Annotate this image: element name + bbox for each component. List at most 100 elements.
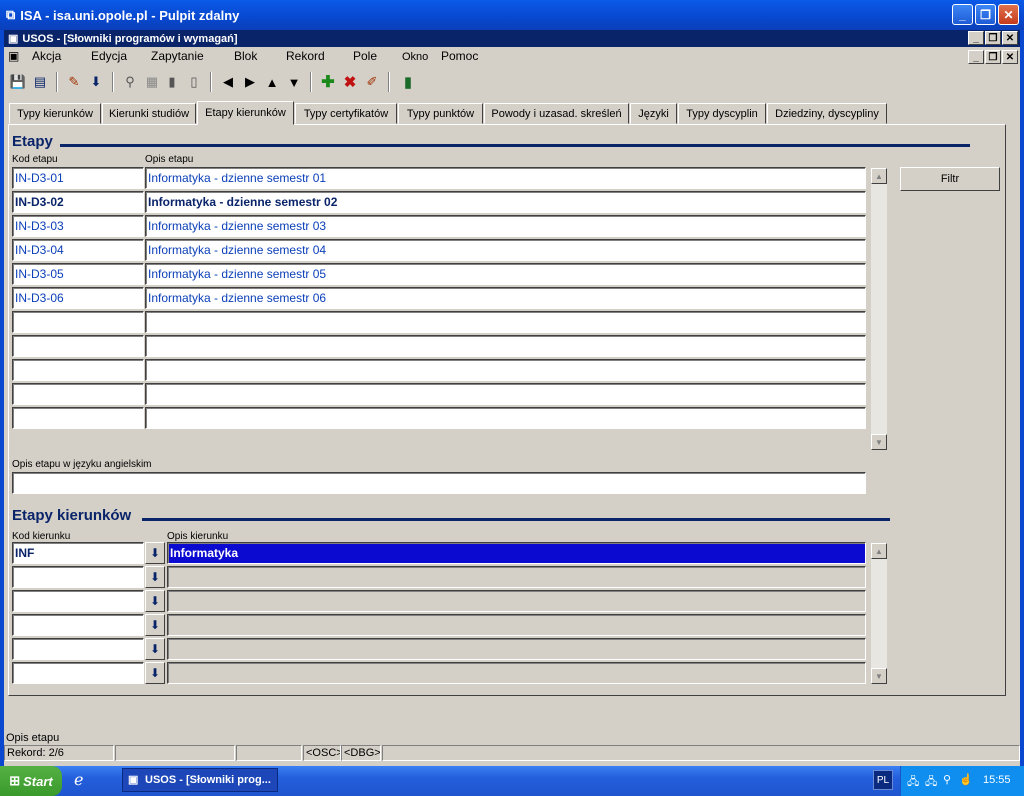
etap-opis-field[interactable]: [145, 335, 866, 357]
scroll-up-arrow-icon[interactable]: ▲: [871, 543, 887, 559]
tab-typy-kierunkow[interactable]: Typy kierunków: [9, 103, 101, 124]
english-description-field[interactable]: [12, 472, 866, 494]
list-of-values-icon[interactable]: ⬇: [145, 590, 165, 612]
query-enter-icon[interactable]: ⚲: [120, 71, 140, 93]
kierunek-opis-field[interactable]: Informatyka: [167, 542, 866, 564]
inner-restore-button[interactable]: ❐: [985, 31, 1001, 45]
filter-button[interactable]: Filtr: [900, 167, 1000, 191]
list-of-values-icon[interactable]: ⬇: [145, 566, 165, 588]
etap-opis-field[interactable]: Informatyka - dzienne semestr 01: [145, 167, 866, 189]
kierunek-kod-field[interactable]: [12, 662, 144, 684]
kierunek-kod-field[interactable]: [12, 638, 144, 660]
scroll-down-arrow-icon[interactable]: ▼: [871, 434, 887, 450]
kierunek-opis-field[interactable]: [167, 614, 866, 636]
kierunek-kod-field[interactable]: [12, 614, 144, 636]
network-icon[interactable]: 🖧: [907, 773, 919, 792]
list-of-values-icon[interactable]: ⬇: [145, 662, 165, 684]
etap-kod-field[interactable]: IN-D3-02: [12, 191, 144, 213]
kierunek-kod-field[interactable]: INF: [12, 542, 144, 564]
network-icon[interactable]: 🖧: [925, 773, 937, 792]
kierunek-opis-field[interactable]: [167, 590, 866, 612]
delete-record-icon[interactable]: ✖: [340, 71, 360, 93]
tab-typy-punktow[interactable]: Typy punktów: [398, 103, 483, 124]
etap-kod-field[interactable]: IN-D3-06: [12, 287, 144, 309]
kierunek-opis-field[interactable]: [167, 662, 866, 684]
status-field-6: [382, 745, 1020, 761]
tab-typy-dyscyplin[interactable]: Typy dyscyplin: [678, 103, 766, 124]
etap-opis-field[interactable]: [145, 383, 866, 405]
mdi-close-button[interactable]: ✕: [1002, 50, 1018, 64]
menu-okno[interactable]: Okno: [402, 51, 428, 63]
etap-kod-field[interactable]: IN-D3-04: [12, 239, 144, 261]
mdi-minimize-button[interactable]: _: [968, 50, 984, 64]
tab-etapy-kierunkow[interactable]: Etapy kierunków: [197, 101, 294, 125]
etap-opis-field[interactable]: [145, 311, 866, 333]
insert-record-icon[interactable]: ✚: [318, 71, 338, 93]
exit-icon[interactable]: ▮: [398, 71, 418, 93]
scroll-up-arrow-icon[interactable]: ▲: [871, 168, 887, 184]
taskbar-item-label: USOS - [Słowniki prog...: [145, 774, 271, 786]
list-of-values-icon[interactable]: ⬇: [145, 542, 165, 564]
etapy-scrollbar[interactable]: ▲ ▼: [870, 167, 888, 451]
search-icon[interactable]: ⚲: [943, 773, 951, 786]
tab-jezyki[interactable]: Języki: [630, 103, 677, 124]
etap-opis-field[interactable]: Informatyka - dzienne semestr 04: [145, 239, 866, 261]
menu-zapytanie[interactable]: Zapytanie: [151, 49, 204, 63]
etap-kod-field[interactable]: IN-D3-05: [12, 263, 144, 285]
language-indicator[interactable]: PL: [873, 770, 893, 790]
kierunek-kod-field[interactable]: [12, 566, 144, 588]
tab-kierunki-studiow[interactable]: Kierunki studiów: [102, 103, 196, 124]
etap-kod-field[interactable]: [12, 359, 144, 381]
scroll-down-arrow-icon[interactable]: ▼: [871, 668, 887, 684]
etap-kod-field[interactable]: IN-D3-03: [12, 215, 144, 237]
inner-minimize-button[interactable]: _: [968, 31, 984, 45]
minimize-button[interactable]: _: [952, 4, 973, 25]
etap-opis-field[interactable]: Informatyka - dzienne semestr 05: [145, 263, 866, 285]
menu-pomoc[interactable]: Pomoc: [441, 49, 478, 63]
internet-explorer-icon[interactable]: ℯ: [74, 770, 83, 790]
list-of-values-icon[interactable]: ⬇: [145, 614, 165, 636]
etap-kod-field[interactable]: IN-D3-01: [12, 167, 144, 189]
restore-button[interactable]: ❐: [975, 4, 996, 25]
kierunek-opis-field[interactable]: [167, 566, 866, 588]
menu-edycja[interactable]: Edycja: [91, 49, 127, 63]
tab-dziedziny-dyscypliny[interactable]: Dziedziny, dyscypliny: [767, 103, 887, 124]
kierunek-kod-field[interactable]: [12, 590, 144, 612]
start-button[interactable]: ⊞ Start: [0, 766, 62, 796]
etap-kod-field[interactable]: [12, 335, 144, 357]
hand-icon[interactable]: ☝: [959, 773, 973, 786]
etap-kod-field[interactable]: [12, 311, 144, 333]
clear-record-icon[interactable]: ✐: [362, 71, 382, 93]
etap-opis-field[interactable]: Informatyka - dzienne semestr 03: [145, 215, 866, 237]
print-icon[interactable]: ▤: [30, 71, 50, 93]
bars-icon[interactable]: ▯: [184, 71, 204, 93]
next-record-icon[interactable]: ▼: [284, 71, 304, 93]
menu-akcja[interactable]: Akcja: [32, 49, 61, 63]
etap-kod-field[interactable]: [12, 407, 144, 429]
mdi-restore-button[interactable]: ❐: [985, 50, 1001, 64]
inner-close-button[interactable]: ✕: [1002, 31, 1018, 45]
etap-opis-field[interactable]: Informatyka - dzienne semestr 02: [145, 191, 866, 213]
edit-icon[interactable]: ✎: [64, 71, 84, 93]
next-block-icon[interactable]: ▶: [240, 71, 260, 93]
etap-opis-field[interactable]: [145, 407, 866, 429]
menu-pole[interactable]: Pole: [353, 49, 377, 63]
download-icon[interactable]: ⬇: [86, 71, 106, 93]
tab-powody-skreslen[interactable]: Powody i uzasad. skreśleń: [484, 103, 629, 124]
kierunek-opis-field[interactable]: [167, 638, 866, 660]
etap-kod-field[interactable]: [12, 383, 144, 405]
taskbar-item-usos[interactable]: ▣ USOS - [Słowniki prog...: [122, 768, 278, 792]
etap-opis-field[interactable]: [145, 359, 866, 381]
list-of-values-icon[interactable]: ⬇: [145, 638, 165, 660]
kierunki-scrollbar[interactable]: ▲ ▼: [870, 542, 888, 685]
previous-block-icon[interactable]: ◀: [218, 71, 238, 93]
close-button[interactable]: ✕: [998, 4, 1019, 25]
query-execute-icon[interactable]: ▦: [142, 71, 162, 93]
menu-blok[interactable]: Blok: [234, 49, 257, 63]
etap-opis-field[interactable]: Informatyka - dzienne semestr 06: [145, 287, 866, 309]
save-icon[interactable]: 💾: [8, 71, 28, 93]
menu-rekord[interactable]: Rekord: [286, 49, 325, 63]
count-icon[interactable]: ▮: [162, 71, 182, 93]
tab-typy-certyfikatow[interactable]: Typy certyfikatów: [295, 103, 397, 124]
previous-record-icon[interactable]: ▲: [262, 71, 282, 93]
